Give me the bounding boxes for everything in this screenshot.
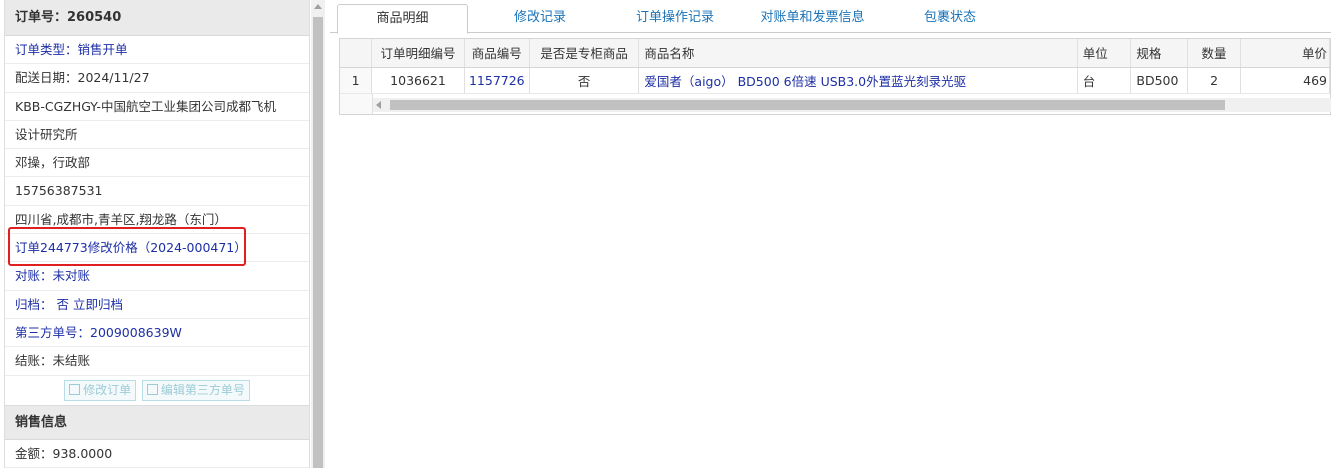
cell-product-name-link[interactable]: 爱国者（aigo） BD500 6倍速 USB3.0外置蓝光刻录光驱 <box>638 67 1078 94</box>
column-header-counter-product[interactable]: 是否是专柜商品 <box>529 39 640 68</box>
reconciliation-status[interactable]: 对账：未对账 <box>5 262 309 291</box>
scroll-up-icon[interactable] <box>314 4 322 9</box>
archive-status[interactable]: 归档： 否 立即归档 <box>5 291 309 319</box>
contact-person: 邓操，行政部 <box>5 149 309 178</box>
product-grid: 订单明细编号 商品编号 是否是专柜商品 商品名称 单位 规格 数量 单价 1 1… <box>339 38 1331 115</box>
column-header-product-name[interactable]: 商品名称 <box>638 39 1078 68</box>
tab-product-details[interactable]: 商品明细 <box>337 4 468 34</box>
grid-scrollbar-thumb[interactable] <box>390 100 1225 110</box>
highlight-annotation <box>8 227 246 266</box>
tab-order-operation-log[interactable]: 订单操作记录 <box>620 4 730 33</box>
edit-icon <box>69 383 81 395</box>
customer-name-line1: KBB-CGZHGY-中国航空工业集团公司成都飞机 <box>5 93 309 121</box>
cell-counter-product: 否 <box>529 67 640 94</box>
order-number-header: 订单号：260540 <box>5 0 309 36</box>
edit-order-label: 修改订单 <box>83 382 132 397</box>
row-number-gutter <box>340 94 373 114</box>
column-header-spec[interactable]: 规格 <box>1130 39 1189 68</box>
column-header-quantity[interactable]: 数量 <box>1187 39 1241 68</box>
column-header-detail-id[interactable]: 订单明细编号 <box>371 39 465 68</box>
order-type[interactable]: 订单类型：销售开单 <box>5 36 309 65</box>
edit-third-party-button[interactable]: 编辑第三方单号 <box>141 379 250 401</box>
grid-horizontal-scrollbar[interactable] <box>373 98 1331 112</box>
customer-name-line2: 设计研究所 <box>5 121 309 150</box>
tab-package-status[interactable]: 包裹状态 <box>905 4 995 33</box>
cell-unit-price: 469 <box>1240 67 1331 94</box>
sales-info-header: 销售信息 <box>5 405 309 440</box>
tab-bar: 商品明细 修改记录 订单操作记录 对账单和发票信息 包裹状态 <box>330 0 1331 34</box>
delivery-date: 配送日期：2024/11/27 <box>5 64 309 93</box>
cell-quantity: 2 <box>1187 67 1241 94</box>
table-row[interactable]: 1 1036621 1157726 否 爱国者（aigo） BD500 6倍速 … <box>340 67 1331 94</box>
tab-statement-invoice[interactable]: 对账单和发票信息 <box>750 4 875 33</box>
cell-spec: BD500 <box>1130 67 1189 94</box>
tab-change-log[interactable]: 修改记录 <box>490 4 590 33</box>
edit-order-button[interactable]: 修改订单 <box>64 379 137 401</box>
scrollbar-thumb[interactable] <box>313 17 323 468</box>
product-table: 订单明细编号 商品编号 是否是专柜商品 商品名称 单位 规格 数量 单价 1 1… <box>340 39 1331 94</box>
cell-unit: 台 <box>1077 67 1132 94</box>
column-header-unit-price[interactable]: 单价 <box>1240 39 1331 68</box>
settlement-status: 结账：未结账 <box>5 347 309 376</box>
column-header-rownum <box>340 39 373 68</box>
cell-detail-id: 1036621 <box>371 67 465 94</box>
edit-third-party-label: 编辑第三方单号 <box>160 382 245 397</box>
contact-phone: 15756387531 <box>5 177 309 206</box>
column-header-unit[interactable]: 单位 <box>1077 39 1132 68</box>
third-party-order-number[interactable]: 第三方单号：2009008639W <box>5 319 309 348</box>
detail-tabs-panel: 商品明细 修改记录 订单操作记录 对账单和发票信息 包裹状态 订单明细编号 商品… <box>330 0 1331 468</box>
cell-product-id-link[interactable]: 1157726 <box>464 67 530 94</box>
scroll-left-icon[interactable] <box>376 101 381 109</box>
order-actions: 修改订单 编辑第三方单号 <box>5 376 309 406</box>
order-detail-panel: 订单号：260540 订单类型：销售开单 配送日期：2024/11/27 KBB… <box>0 0 325 468</box>
left-vertical-scrollbar[interactable] <box>311 0 325 468</box>
edit-icon <box>146 383 158 395</box>
sales-amount: 金额：938.0000 <box>5 440 309 468</box>
row-number: 1 <box>340 67 373 94</box>
table-header-row: 订单明细编号 商品编号 是否是专柜商品 商品名称 单位 规格 数量 单价 <box>340 39 1331 68</box>
column-header-product-id[interactable]: 商品编号 <box>464 39 530 68</box>
